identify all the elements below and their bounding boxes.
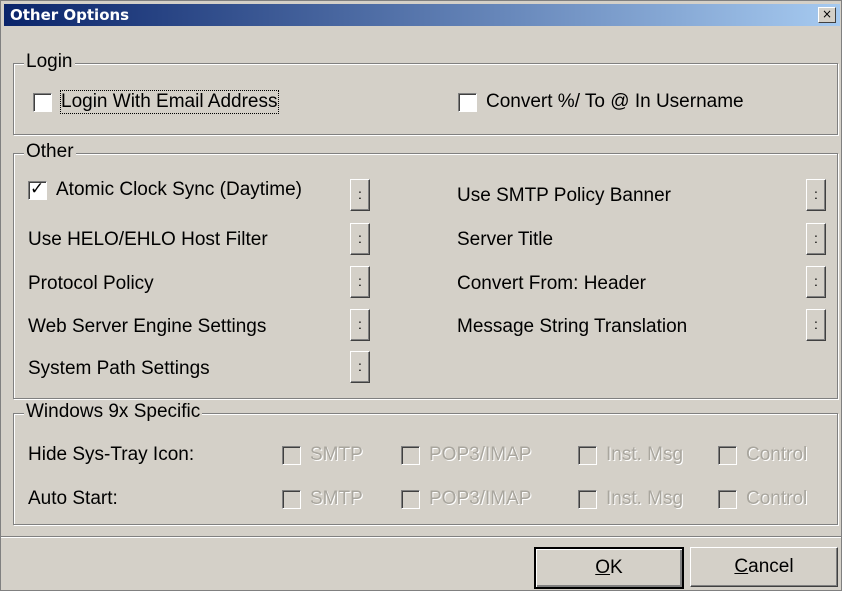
checkbox-box[interactable] (282, 489, 301, 509)
atomic-clock-label: Atomic Clock Sync (Daytime) (56, 179, 302, 200)
hide-tray-pop3-checkbox[interactable]: POP3/IMAP (401, 444, 531, 466)
smtp-banner-button[interactable]: : (806, 179, 826, 211)
checkbox-box[interactable] (718, 445, 737, 465)
hide-tray-label: Hide Sys-Tray Icon: (28, 444, 195, 465)
email-login-checkbox[interactable]: Login With Email Address (33, 90, 279, 114)
other-legend: Other (24, 141, 76, 163)
convert-from-label: Convert From: Header (457, 273, 647, 294)
convert-from-button[interactable]: : (806, 266, 826, 298)
checkbox-box[interactable] (578, 445, 597, 465)
option-label: POP3/IMAP (429, 488, 532, 509)
option-label: Control (746, 488, 808, 509)
email-login-label: Login With Email Address (60, 90, 279, 114)
checkbox-box[interactable] (401, 489, 420, 509)
checkbox-box[interactable] (282, 445, 301, 465)
protocol-policy-label: Protocol Policy (28, 273, 154, 294)
auto-start-control-checkbox[interactable]: Control (718, 488, 807, 510)
button-separator (1, 536, 841, 538)
auto-start-label: Auto Start: (28, 488, 118, 509)
dialog-window: Other Options × Login Login With Email A… (0, 0, 842, 591)
option-label: SMTP (310, 444, 363, 465)
auto-start-instmsg-checkbox[interactable]: Inst. Msg (578, 488, 683, 510)
hide-tray-smtp-checkbox[interactable]: SMTP (282, 444, 363, 466)
checkbox-box[interactable] (718, 489, 737, 509)
option-label: POP3/IMAP (429, 444, 532, 465)
option-label: SMTP (310, 488, 363, 509)
protocol-policy-button[interactable]: : (350, 266, 370, 298)
hide-tray-control-checkbox[interactable]: Control (718, 444, 807, 466)
helo-filter-label: Use HELO/EHLO Host Filter (28, 229, 268, 250)
window-title: Other Options (10, 6, 130, 24)
close-button[interactable]: × (818, 7, 836, 23)
ok-mnemonic: O (595, 557, 611, 578)
option-label: Inst. Msg (606, 488, 684, 509)
checkbox-box[interactable] (578, 489, 597, 509)
option-label: Control (746, 444, 808, 465)
atomic-clock-checkbox[interactable]: Atomic Clock Sync (Daytime) (28, 179, 302, 201)
checkbox-box[interactable] (458, 92, 477, 112)
cancel-mnemonic: C (734, 556, 749, 577)
win9x-legend: Windows 9x Specific (24, 401, 203, 423)
checkbox-box[interactable] (401, 445, 420, 465)
server-title-button[interactable]: : (806, 223, 826, 255)
auto-start-pop3-checkbox[interactable]: POP3/IMAP (401, 488, 531, 510)
helo-filter-button[interactable]: : (350, 223, 370, 255)
ok-label-rest: K (610, 557, 623, 578)
checkbox-box[interactable] (28, 179, 47, 200)
string-translation-button[interactable]: : (806, 309, 826, 341)
web-server-button[interactable]: : (350, 309, 370, 341)
hide-tray-instmsg-checkbox[interactable]: Inst. Msg (578, 444, 683, 466)
convert-percent-checkbox[interactable]: Convert %/ To @ In Username (458, 91, 744, 113)
web-server-label: Web Server Engine Settings (28, 316, 267, 337)
smtp-banner-label: Use SMTP Policy Banner (457, 185, 672, 206)
title-bar[interactable]: Other Options × (4, 4, 840, 26)
convert-percent-label: Convert %/ To @ In Username (486, 91, 744, 112)
server-title-label: Server Title (457, 229, 554, 250)
system-path-button[interactable]: : (350, 351, 370, 383)
atomic-clock-settings-button[interactable]: : (350, 179, 370, 211)
string-translation-label: Message String Translation (457, 316, 688, 337)
login-legend: Login (24, 51, 75, 73)
cancel-label-rest: ancel (748, 556, 794, 577)
system-path-label: System Path Settings (28, 358, 210, 379)
checkbox-box[interactable] (33, 92, 52, 112)
cancel-button[interactable]: Cancel (690, 547, 838, 587)
auto-start-smtp-checkbox[interactable]: SMTP (282, 488, 363, 510)
ok-button[interactable]: OK (534, 547, 684, 589)
option-label: Inst. Msg (606, 444, 684, 465)
